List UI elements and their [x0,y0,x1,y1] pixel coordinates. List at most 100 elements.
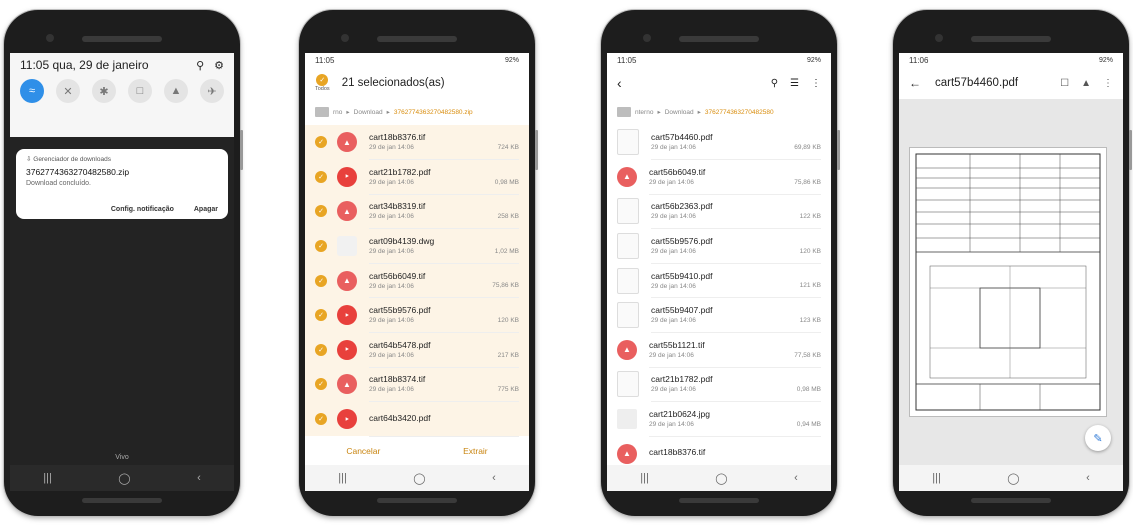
more-icon[interactable]: ⋮ [1103,78,1113,89]
file-row[interactable]: ▲ cart55b1121.tif 29 de jan 14:06 77,58 KB [607,333,831,368]
flashlight-icon: ▲ [170,85,182,97]
battery-level: 92% [806,56,821,64]
airplane-toggle[interactable]: ✈ [200,79,224,103]
bluetooth-toggle[interactable]: ✱ [92,79,116,103]
home-icon[interactable]: ◯ [715,472,727,485]
download-notification[interactable]: ⇩ Gerenciador de downloads 3762774363270… [16,149,228,219]
file-row[interactable]: ✓ ‣ cart21b1782.pdf 29 de jan 14:06 0,98 MB [305,159,529,195]
screen: 11:06 92% ← cart57b4460.pdf ☐ ▲ ⋮ ✎ ||| … [899,53,1123,491]
screen: 11:05 92% ✓ Todos 21 selecionados(as) rn… [305,53,529,491]
pdf-thumbnail-icon [617,267,639,294]
pencil-icon: ✎ [1093,432,1103,445]
search-icon[interactable]: ⚲ [196,59,204,72]
check-icon[interactable]: ✓ [315,378,327,391]
mute-toggle[interactable]: ✕ [56,79,80,103]
back-icon[interactable]: ‹ [794,472,798,484]
file-row[interactable]: cart21b0624.jpg 29 de jan 14:06 0,94 MB [607,402,831,437]
pdf-viewport[interactable]: ✎ [899,99,1123,465]
file-row[interactable]: ✓ ‣ cart64b3420.pdf [305,401,529,437]
notification-app: Gerenciador de downloads [33,156,111,163]
file-name: cart09b4139.dwg [369,236,435,247]
status-bar: 11:06 92% [899,53,1123,67]
file-row[interactable]: cart55b9410.pdf 29 de jan 14:06 121 KB [607,263,831,299]
breadcrumb-current[interactable]: 3762774363270482580 [705,109,774,116]
recents-icon[interactable]: ||| [640,472,649,484]
extract-button[interactable]: Extrair [463,446,488,456]
clear-button[interactable]: Apagar [194,206,218,213]
file-row[interactable]: ✓ ▲ cart34b8319.tif 29 de jan 14:06 258 KB [305,194,529,230]
rotation-toggle[interactable]: □ [128,79,152,103]
home-icon[interactable]: ◯ [1007,472,1019,485]
breadcrumb-item[interactable]: Download [354,109,383,116]
back-icon[interactable]: ‹ [1086,472,1090,484]
search-icon[interactable]: ⚲ [771,78,778,89]
more-icon[interactable]: ⋮ [811,78,821,89]
check-icon[interactable]: ✓ [315,309,327,322]
check-icon[interactable]: ✓ [315,205,327,218]
file-info: cart18b8376.tif 29 de jan 14:06 724 KB [369,125,519,161]
file-name: cart55b9407.pdf [651,305,713,316]
select-all[interactable]: ✓ Todos [315,74,330,92]
file-row[interactable]: ▲ cart56b6049.tif 29 de jan 14:06 75,86 KB [607,160,831,195]
recents-icon[interactable]: ||| [932,472,941,484]
file-row[interactable]: cart56b2363.pdf 29 de jan 14:06 122 KB [607,194,831,230]
drive-icon[interactable]: ▲ [1081,78,1091,89]
pdf-thumbnail-icon [617,371,639,398]
check-icon[interactable]: ✓ [315,240,327,253]
phone-extracted-list: 11:05 92% ‹ ⚲ ☰ ⋮ nterno ▸ Download ▸ 37… [601,10,840,516]
file-size: 217 KB [497,351,519,359]
file-date: 29 de jan 14:06 [369,351,414,359]
check-icon[interactable]: ✓ [315,136,327,149]
list-view-icon[interactable]: ☰ [790,78,799,89]
back-arrow-icon[interactable]: ‹ [617,75,622,91]
home-icon[interactable]: ◯ [118,472,130,485]
image-file-icon: ▲ [617,443,637,464]
breadcrumb-item[interactable]: Download [665,109,694,116]
file-row[interactable]: ✓ ▲ cart56b6049.tif 29 de jan 14:06 75,86 KB [305,263,529,299]
home-icon[interactable]: ◯ [413,472,425,485]
recents-icon[interactable]: ||| [43,472,52,484]
file-size: 77,58 KB [794,351,821,359]
file-row[interactable]: ✓ ▲ cart18b8374.tif 29 de jan 14:06 775 KB [305,367,529,403]
cancel-button[interactable]: Cancelar [346,446,380,456]
file-info: cart34b8319.tif 29 de jan 14:06 258 KB [369,194,519,230]
file-name: cart18b8376.tif [369,132,426,143]
image-file-icon: ▲ [337,374,357,395]
file-row[interactable]: ✓ ‣ cart64b5478.pdf 29 de jan 14:06 217 KB [305,332,529,368]
back-icon[interactable]: ‹ [492,472,496,484]
breadcrumb-item[interactable]: rno [333,109,342,116]
back-arrow-icon[interactable]: ← [909,76,921,90]
status-time: 11:05 [315,55,335,65]
back-icon[interactable]: ‹ [197,472,201,484]
file-size: 120 KB [497,317,519,325]
file-name: cart18b8374.tif [369,374,426,385]
gear-icon[interactable]: ⚙ [214,59,224,72]
edit-button[interactable]: ✎ [1085,425,1111,451]
file-row[interactable]: ✓ ▲ cart18b8376.tif 29 de jan 14:06 724 KB [305,125,529,161]
recents-icon[interactable]: ||| [338,472,347,484]
file-row[interactable]: cart55b9576.pdf 29 de jan 14:06 120 KB [607,229,831,264]
file-info: cart55b9576.pdf 29 de jan 14:06 120 KB [651,228,821,264]
breadcrumb-current[interactable]: 3762774363270482580.zip [394,109,473,116]
check-icon[interactable]: ✓ [315,343,327,356]
file-size: 258 KB [497,213,519,221]
phone-zip-selection: 11:05 92% ✓ Todos 21 selecionados(as) rn… [299,10,538,516]
file-size: 69,89 KB [794,144,821,152]
file-row[interactable]: cart57b4460.pdf 29 de jan 14:06 69,89 KB [607,125,831,161]
file-row[interactable]: cart21b1782.pdf 29 de jan 14:06 0,98 MB [607,367,831,403]
pdf-file-icon: ‣ [337,339,357,360]
flashlight-toggle[interactable]: ▲ [164,79,188,103]
file-row[interactable]: cart55b9407.pdf 29 de jan 14:06 123 KB [607,298,831,334]
search-document-icon[interactable]: ☐ [1060,78,1069,89]
file-name: cart21b0624.jpg [649,409,710,420]
wifi-toggle[interactable]: ≈ [20,79,44,103]
breadcrumb-item[interactable]: nterno [635,109,653,116]
file-row[interactable]: ✓ cart09b4139.dwg 29 de jan 14:06 1,02 MB [305,228,529,264]
image-file-icon: ▲ [337,132,357,153]
notification-settings-button[interactable]: Config. notificação [111,206,174,213]
check-icon[interactable]: ✓ [315,170,327,183]
check-icon[interactable]: ✓ [315,413,327,426]
file-row[interactable]: ✓ ‣ cart55b9576.pdf 29 de jan 14:06 120 KB [305,297,529,334]
file-name: cart18b8376.tif [649,447,706,458]
check-icon[interactable]: ✓ [315,274,327,287]
